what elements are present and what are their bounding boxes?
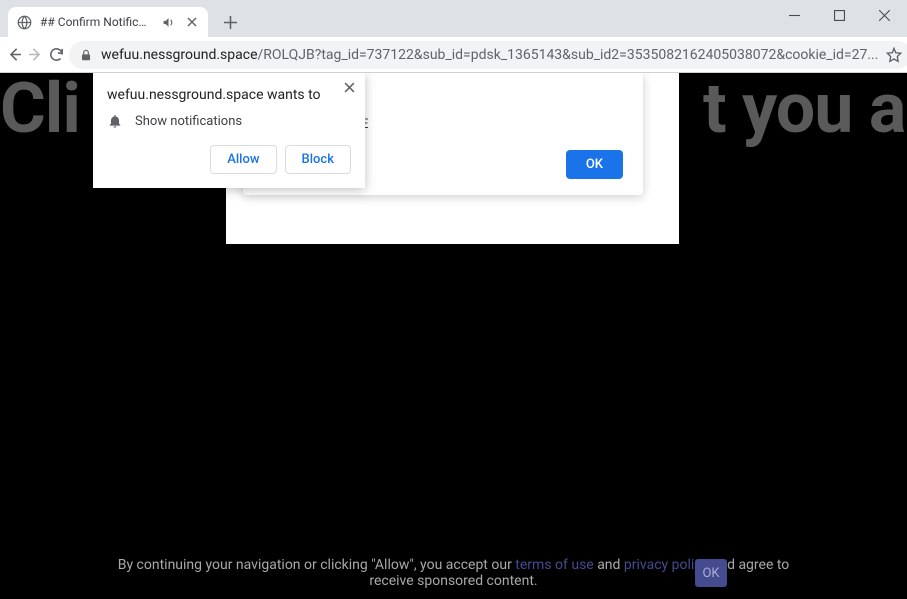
forward-button bbox=[27, 41, 44, 69]
reload-button[interactable] bbox=[48, 41, 65, 69]
lock-icon bbox=[79, 48, 93, 62]
new-tab-button[interactable] bbox=[216, 8, 244, 36]
permission-label: Show notifications bbox=[135, 114, 242, 129]
browser-tab[interactable]: ## Confirm Notifications ## bbox=[8, 7, 208, 37]
consent-ok-button[interactable]: OK bbox=[695, 559, 727, 587]
terms-link[interactable]: terms of use bbox=[515, 557, 593, 573]
window-maximize-button[interactable] bbox=[817, 0, 862, 30]
bookmark-star-icon[interactable] bbox=[886, 47, 902, 63]
page-content: Cli t you are More info By continuing yo… bbox=[0, 73, 907, 599]
allow-button[interactable]: Allow bbox=[210, 145, 276, 174]
audio-icon[interactable] bbox=[160, 14, 176, 30]
close-icon[interactable] bbox=[339, 77, 359, 97]
back-button[interactable] bbox=[6, 41, 23, 69]
permission-origin-text: wefuu.nessground.space wants to bbox=[107, 87, 351, 103]
block-button[interactable]: Block bbox=[285, 145, 351, 174]
alert-ok-button[interactable]: OK bbox=[566, 150, 623, 179]
bell-icon bbox=[107, 113, 123, 129]
browser-titlebar: ## Confirm Notifications ## bbox=[0, 0, 907, 37]
url-text: wefuu.nessground.space/ROLQJB?tag_id=737… bbox=[101, 47, 878, 63]
tab-close-icon[interactable] bbox=[184, 14, 200, 30]
consent-text: By continuing your navigation or clickin… bbox=[0, 557, 907, 589]
address-bar[interactable]: wefuu.nessground.space/ROLQJB?tag_id=737… bbox=[69, 41, 907, 69]
window-close-button[interactable] bbox=[862, 0, 907, 30]
tab-title: ## Confirm Notifications ## bbox=[40, 15, 152, 29]
window-minimize-button[interactable] bbox=[772, 0, 817, 30]
browser-toolbar: wefuu.nessground.space/ROLQJB?tag_id=737… bbox=[0, 37, 907, 73]
globe-icon bbox=[16, 14, 32, 30]
window-controls bbox=[772, 0, 907, 30]
notification-permission-prompt: wefuu.nessground.space wants to Show not… bbox=[93, 73, 365, 188]
